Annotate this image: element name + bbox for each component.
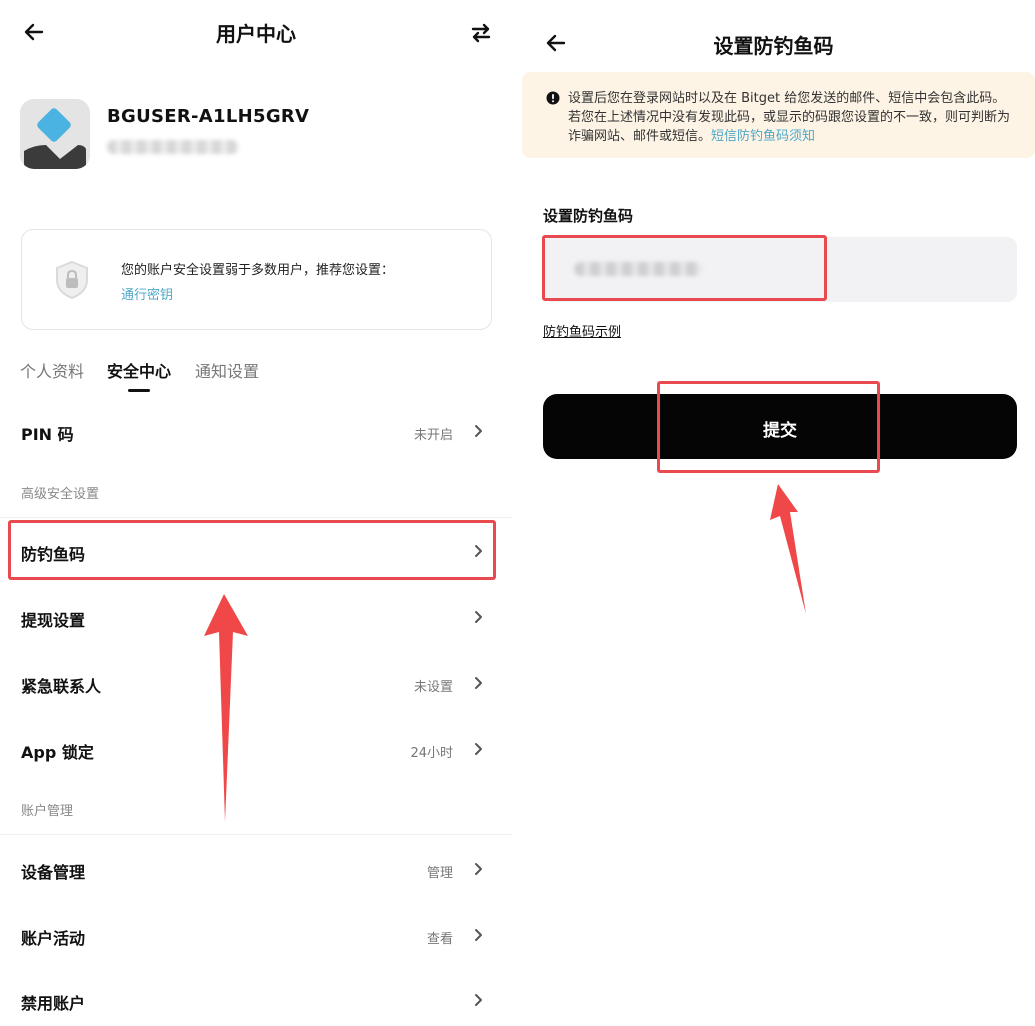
chevron-right-icon	[471, 741, 485, 757]
sms-anti-phishing-info-link[interactable]: 短信防钓鱼码须知	[711, 129, 815, 144]
settings-row-anti-phishing-code[interactable]: 防钓鱼码	[21, 531, 485, 571]
row-label: 禁用账户	[21, 994, 86, 1013]
username: BGUSER-A1LH5GRV	[107, 106, 310, 127]
row-value: 查看	[426, 932, 453, 947]
shield-lock-icon	[54, 260, 90, 300]
row-label: 设备管理	[21, 863, 86, 882]
submit-label: 提交	[763, 421, 797, 441]
chevron-right-icon	[471, 992, 485, 1008]
divider	[0, 517, 512, 518]
chevron-right-icon	[471, 927, 485, 943]
chevron-right-icon	[471, 609, 485, 625]
exclamation-circle-icon	[546, 91, 560, 105]
chevron-right-icon	[471, 861, 485, 877]
field-label: 设置防钓鱼码	[543, 207, 634, 225]
tab-profile[interactable]: 个人资料	[20, 358, 84, 382]
row-value: 未开启	[413, 428, 453, 443]
anti-phishing-code-screen: 设置防钓鱼码 设置后您在登录网站时以及在 Bitget 给您发送的邮件、短信中会…	[512, 0, 1035, 1026]
submit-button[interactable]: 提交	[543, 394, 1017, 459]
user-id-redacted	[107, 140, 239, 154]
divider	[0, 834, 512, 835]
group-title-account-management: 账户管理	[21, 804, 74, 819]
row-label: 紧急联系人	[21, 677, 102, 696]
notice-text: 设置后您在登录网站时以及在 Bitget 给您发送的邮件、短信中会包含此码。若您…	[568, 89, 1018, 146]
tab-notification-settings[interactable]: 通知设置	[195, 358, 259, 382]
chevron-right-icon	[471, 675, 485, 691]
row-label: 防钓鱼码	[21, 545, 86, 564]
red-pointer-arrow-icon	[770, 484, 806, 614]
row-label: 账户活动	[21, 929, 86, 948]
avatar[interactable]	[20, 99, 90, 169]
settings-row-pin[interactable]: PIN 码 未开启	[21, 411, 485, 451]
row-label: App 锁定	[21, 743, 94, 762]
user-center-screen: 用户中心 BGUSER-A1LH5GRV 您的账户安全设置弱于多数用户，推荐您设…	[0, 0, 512, 1026]
row-label: 提现设置	[21, 611, 86, 630]
passkey-link[interactable]: 通行密钥	[121, 284, 173, 303]
settings-row-account-activity[interactable]: 账户活动 查看	[21, 915, 485, 955]
security-warning-text: 您的账户安全设置弱于多数用户，推荐您设置：	[121, 263, 395, 278]
chevron-right-icon	[471, 423, 485, 439]
settings-row-withdrawal-settings[interactable]: 提现设置	[21, 597, 485, 637]
switch-icon[interactable]	[468, 20, 494, 46]
row-label: PIN 码	[21, 425, 74, 444]
page-title: 设置防钓鱼码	[713, 34, 834, 58]
active-tab-indicator	[128, 389, 150, 392]
row-value: 24小时	[410, 746, 453, 761]
group-title-advanced-security: 高级安全设置	[21, 487, 100, 502]
chevron-right-icon	[471, 543, 485, 559]
settings-row-app-lock[interactable]: App 锁定 24小时	[21, 729, 485, 769]
settings-row-emergency-contact[interactable]: 紧急联系人 未设置	[21, 663, 485, 703]
input-value-redacted	[574, 262, 702, 276]
red-pointer-arrow-icon	[204, 594, 248, 822]
security-warning-card[interactable]	[21, 229, 492, 330]
settings-row-device-management[interactable]: 设备管理 管理	[21, 849, 485, 889]
row-value: 未设置	[413, 680, 453, 695]
page-title: 用户中心	[216, 22, 296, 46]
row-value: 管理	[426, 866, 453, 881]
anti-phishing-example-link[interactable]: 防钓鱼码示例	[543, 321, 621, 340]
settings-row-disable-account[interactable]: 禁用账户	[21, 980, 485, 1020]
tab-security-center[interactable]: 安全中心	[107, 358, 171, 382]
